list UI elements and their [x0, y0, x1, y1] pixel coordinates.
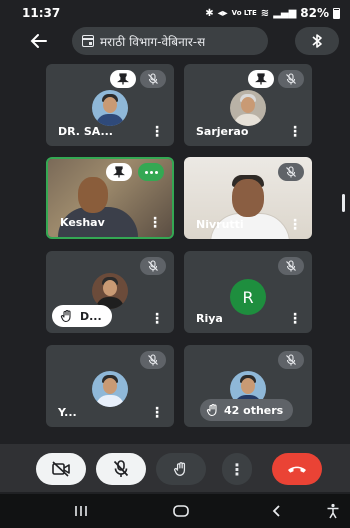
home-button[interactable] [166, 500, 196, 522]
participant-name: Keshav [60, 216, 105, 229]
mic-off-icon [148, 260, 158, 272]
pin-badge[interactable] [110, 70, 136, 88]
mute-badge [278, 163, 304, 181]
pin-badge[interactable] [106, 163, 132, 181]
hand-icon [174, 462, 186, 476]
chevron-left-icon [272, 505, 280, 517]
more-vert-icon[interactable]: ⋮ [148, 215, 162, 231]
participant-name: Y... [58, 406, 77, 419]
signal-icon: ▂▄▆ [273, 7, 297, 19]
accessibility-button[interactable] [318, 500, 348, 522]
accessibility-icon [327, 503, 339, 519]
participant-name: Riya [196, 312, 223, 325]
others-label: 42 others [224, 403, 284, 417]
mic-off-icon [286, 354, 296, 366]
meeting-title-pill[interactable]: मराठी विभाग-वेबिनार-स [72, 27, 268, 55]
others-count-pill[interactable]: 42 others [200, 399, 294, 421]
wifi-icon: ≋ [260, 7, 270, 19]
status-icons: ✱ ◂▸ Vo LTE ≋ ▂▄▆ 82% [205, 6, 340, 20]
pin-badge[interactable] [248, 70, 274, 88]
speaking-indicator [138, 163, 164, 181]
status-time: 11:37 [22, 6, 61, 20]
participant-tile[interactable]: Nivrutti ⋮ [184, 157, 312, 239]
more-vert-icon[interactable]: ⋮ [288, 217, 302, 233]
mic-off-icon [286, 73, 296, 85]
mic-off-icon [113, 460, 129, 477]
vibrate-icon: ◂▸ [217, 7, 228, 19]
call-end-icon [288, 466, 306, 473]
participant-tile-speaking[interactable]: Keshav ⋮ [46, 157, 174, 239]
more-vert-icon[interactable]: ⋮ [150, 311, 164, 327]
mute-badge [140, 70, 166, 88]
end-call-button[interactable] [272, 453, 322, 485]
more-vert-icon[interactable]: ⋮ [288, 124, 302, 140]
hand-icon [60, 309, 71, 323]
participant-tile[interactable]: D... ⋮ [46, 251, 174, 333]
pin-icon [255, 73, 267, 85]
pin-icon [113, 166, 125, 178]
video-off-icon [52, 461, 70, 477]
participant-tile[interactable]: R Riya ⋮ [184, 251, 312, 333]
bluetooth-icon [312, 34, 322, 48]
battery-percent: 82% [300, 6, 329, 20]
more-vert-icon[interactable]: ⋮ [288, 311, 302, 327]
scrollbar-thumb[interactable] [342, 194, 345, 212]
mic-off-icon [148, 354, 158, 366]
avatar [230, 90, 266, 126]
camera-toggle-button[interactable] [36, 453, 86, 485]
raised-hand-pill: D... [52, 305, 112, 327]
mic-off-icon [286, 260, 296, 272]
avatar [92, 371, 128, 407]
home-icon [173, 505, 189, 517]
more-options-button[interactable]: ⋮ [222, 453, 252, 485]
back-button[interactable] [22, 28, 56, 54]
participant-tile[interactable]: Y... ⋮ [46, 345, 174, 427]
more-vert-icon[interactable]: ⋮ [150, 124, 164, 140]
recents-button[interactable] [66, 500, 96, 522]
mute-badge [278, 351, 304, 369]
participant-tile[interactable]: DR. SA... ⋮ [46, 64, 174, 146]
avatar [92, 273, 128, 309]
participant-name: Nivrutti [196, 218, 244, 231]
system-nav-bar [0, 494, 350, 528]
more-vert-icon[interactable]: ⋮ [150, 405, 164, 421]
signal-text: Vo LTE [231, 9, 257, 17]
meeting-top-bar: मराठी विभाग-वेबिनार-स [0, 26, 350, 56]
others-tile[interactable]: 42 others [184, 345, 312, 427]
participant-name: D... [80, 309, 102, 323]
letter-avatar: R [230, 279, 266, 315]
meeting-title: मराठी विभाग-वेबिनार-स [100, 34, 206, 49]
participant-name: Sarjerao [196, 125, 249, 138]
recents-icon [75, 506, 87, 516]
pin-icon [117, 73, 129, 85]
back-nav-button[interactable] [262, 500, 292, 522]
hand-icon [206, 403, 217, 417]
mute-badge [278, 70, 304, 88]
mute-badge [140, 257, 166, 275]
mute-badge [278, 257, 304, 275]
arrow-left-icon [30, 34, 47, 48]
mic-off-icon [286, 166, 296, 178]
avatar [92, 90, 128, 126]
status-bar: 11:37 ✱ ◂▸ Vo LTE ≋ ▂▄▆ 82% [0, 0, 350, 26]
audio-output-button[interactable] [295, 27, 339, 55]
mic-off-icon [148, 73, 158, 85]
calendar-icon [82, 35, 94, 47]
more-vert-icon: ⋮ [229, 459, 245, 479]
mic-toggle-button[interactable] [96, 453, 146, 485]
participant-name: DR. SA... [58, 125, 113, 138]
battery-icon [333, 7, 340, 19]
alarm-icon: ✱ [205, 7, 214, 19]
raise-hand-button[interactable] [156, 453, 206, 485]
call-controls: ⋮ [0, 444, 350, 492]
participant-tile[interactable]: Sarjerao ⋮ [184, 64, 312, 146]
mute-badge [140, 351, 166, 369]
